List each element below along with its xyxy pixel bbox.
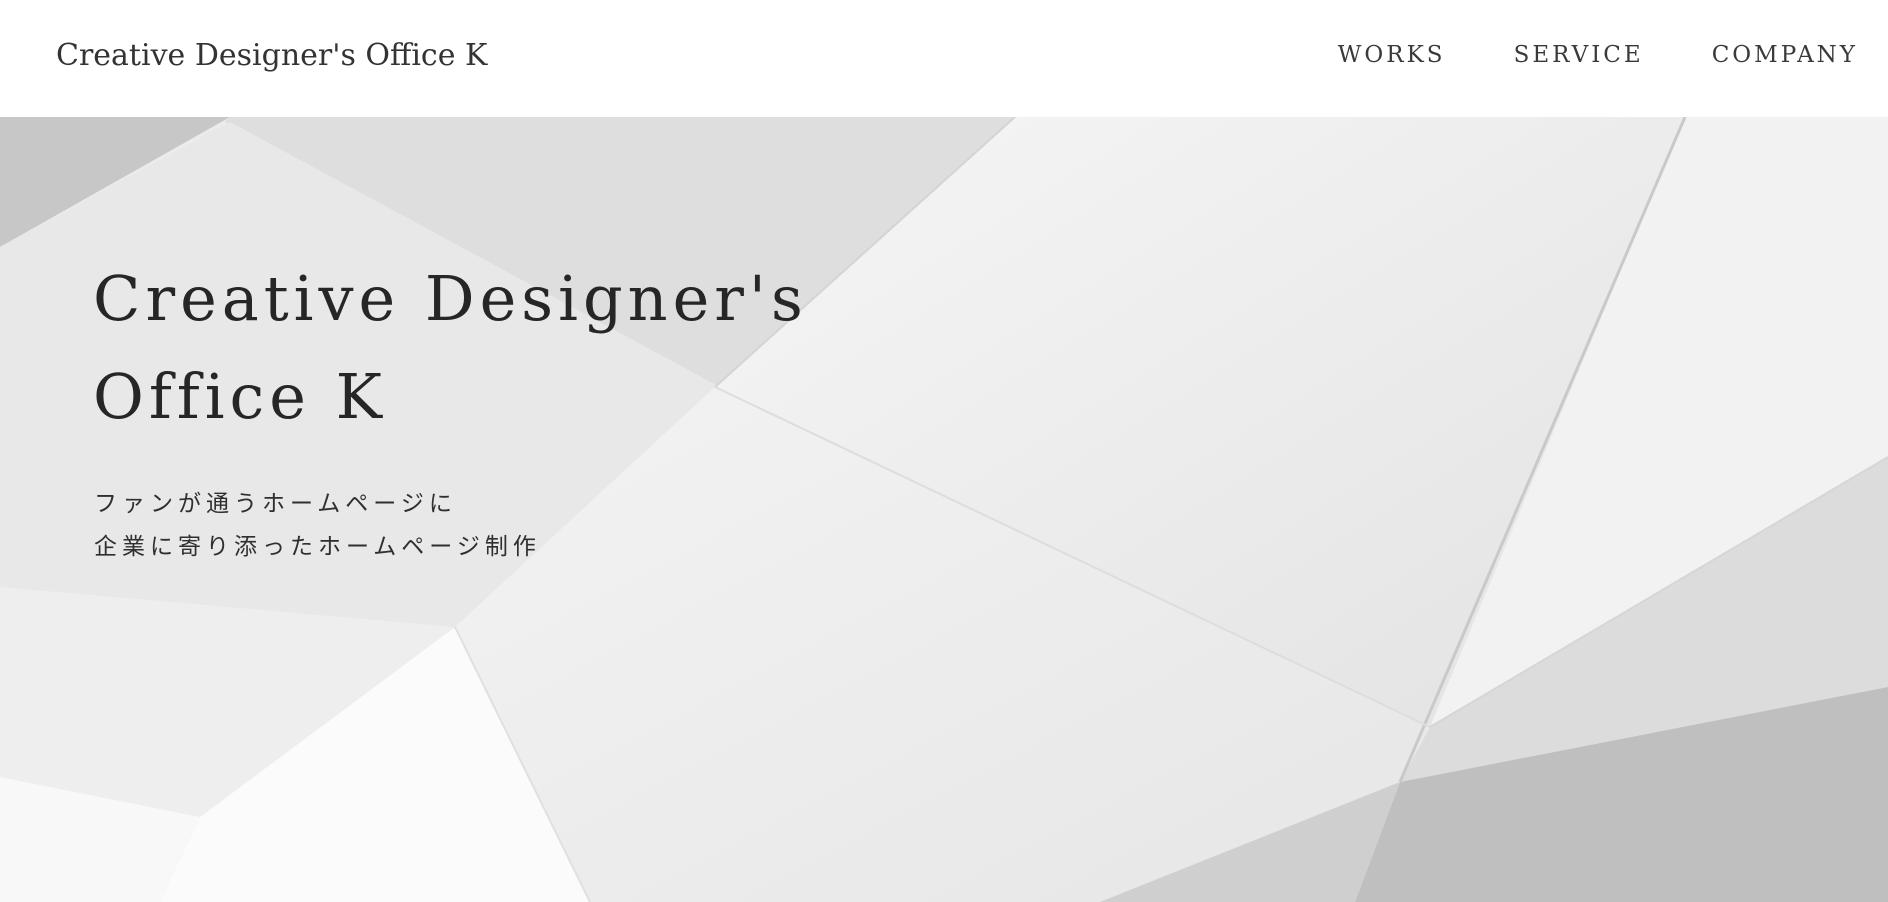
hero-tagline-line-1: ファンが通うホームページに <box>94 491 457 517</box>
site-logo-link[interactable]: Creative Designer's Office K <box>56 38 487 73</box>
hero-title-line-2: Office K <box>93 360 387 433</box>
hero-tagline-line-2: 企業に寄り添ったホームページ制作 <box>94 534 541 560</box>
main-nav: WORKS SERVICE COMPANY <box>1270 42 1858 68</box>
hero-section: Creative Designer's Office K ファンが通うホームペー… <box>0 117 1888 902</box>
hero-title: Creative Designer's Office K <box>93 250 808 446</box>
nav-service-link[interactable]: SERVICE <box>1514 42 1644 68</box>
site-header: Creative Designer's Office K WORKS SERVI… <box>0 0 1888 117</box>
nav-works-link[interactable]: WORKS <box>1338 42 1446 68</box>
hero-tagline: ファンが通うホームページに 企業に寄り添ったホームページ制作 <box>94 483 541 569</box>
nav-company-link[interactable]: COMPANY <box>1712 42 1858 68</box>
hero-title-line-1: Creative Designer's <box>93 262 808 335</box>
